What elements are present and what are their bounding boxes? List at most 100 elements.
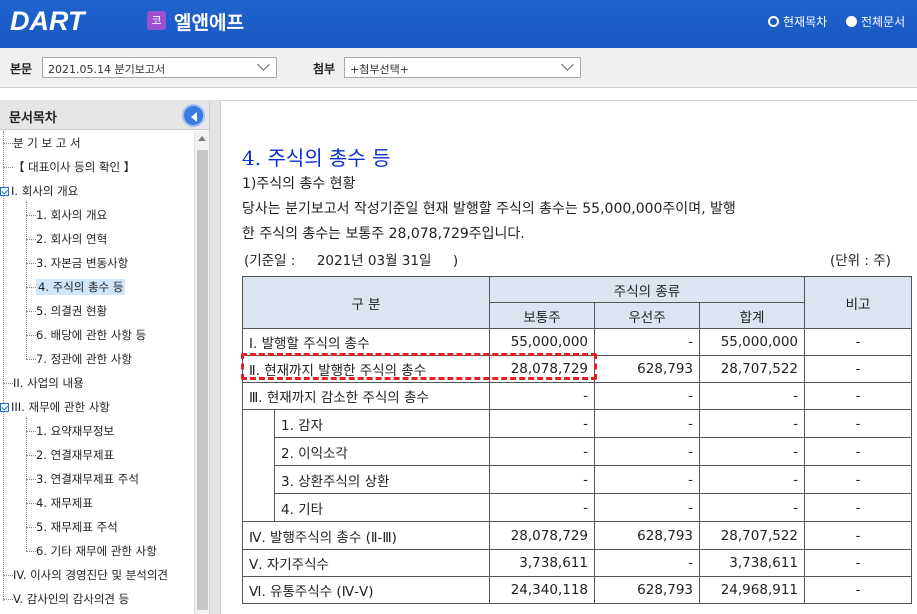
attach-select[interactable]: +첨부선택+ xyxy=(344,57,581,78)
main-doc-value: 2021.05.14 분기보고서 xyxy=(48,63,166,76)
cell-total: 55,000,000 xyxy=(699,328,805,356)
cell-total: - xyxy=(699,465,805,494)
cell-preferred: - xyxy=(594,409,700,438)
toc-item[interactable]: 2. 연결재무제표 xyxy=(26,445,114,465)
radio-selected-icon xyxy=(846,16,857,27)
cell-preferred: - xyxy=(594,382,700,410)
cell-preferred: - xyxy=(594,465,700,494)
scroll-up-arrow-icon[interactable] xyxy=(198,136,206,141)
cell-remark: - xyxy=(804,576,912,604)
radio-current-label: 현재목차 xyxy=(783,15,828,29)
cell-remark: - xyxy=(804,465,912,494)
toc-item-label: 【 대표이사 등의 확인 】 xyxy=(13,160,136,174)
toc-sidebar: 문서목차 분 기 보 고 서 【 대표이사 등의 확인 】 I. 회사의 개요 … xyxy=(0,100,210,614)
cell-total: - xyxy=(699,493,805,522)
toc-item-selected[interactable]: 4. 주식의 총수 등 xyxy=(26,277,126,297)
row-label: 1. 감자 xyxy=(274,409,490,438)
toc-section-4[interactable]: IV. 이사의 경영진단 및 분석의견 xyxy=(3,565,168,585)
header-total: 합계 xyxy=(699,302,805,329)
subsection-title: 1)주식의 총수 현황 xyxy=(242,176,356,192)
cell-common: - xyxy=(489,493,595,522)
cell-remark: - xyxy=(804,549,912,577)
table-row: 1. 감자 - - - - xyxy=(242,409,912,522)
toc-section-1[interactable]: I. 회사의 개요 xyxy=(0,181,78,201)
toc-item[interactable]: 1. 회사의 개요 xyxy=(26,205,107,225)
pane-splitter[interactable] xyxy=(210,100,220,614)
scroll-thumb[interactable] xyxy=(197,150,208,610)
toc-section-2[interactable]: II. 사업의 내용 xyxy=(3,373,84,393)
toc-item[interactable]: 【 대표이사 등의 확인 】 xyxy=(3,157,135,177)
logo-text: DART xyxy=(10,6,85,36)
toc-item[interactable]: 4. 재무제표 xyxy=(26,493,93,513)
cell-common: 3,738,611 xyxy=(489,549,595,577)
radio-icon xyxy=(768,16,779,27)
toc-item-label: II. 사업의 내용 xyxy=(13,376,84,390)
toc-item[interactable]: 5. 의결권 현황 xyxy=(26,301,107,321)
row-label: 2. 이익소각 xyxy=(274,437,490,466)
toc-item-label: 5. 의결권 현황 xyxy=(36,304,108,318)
toc-item[interactable]: 5. 재무제표 주석 xyxy=(26,517,118,537)
dart-logo[interactable]: DART xyxy=(10,6,85,37)
radio-full-document[interactable]: 전체문서 xyxy=(846,13,905,30)
header-preferred: 우선주 xyxy=(594,302,700,329)
toc-section-5[interactable]: V. 감사인의 감사의견 등 xyxy=(3,589,129,609)
cell-common: 28,078,729 xyxy=(489,521,595,550)
toc-header: 문서목차 xyxy=(0,100,209,130)
toc-item[interactable]: 6. 배당에 관한 사항 등 xyxy=(26,325,146,345)
expanded-check-icon xyxy=(0,403,9,412)
toolbar: 본문 2021.05.14 분기보고서 첨부 +첨부선택+ xyxy=(0,48,917,88)
toc-item-label: 3. 자본금 변동사항 xyxy=(36,256,129,270)
toc-section-3[interactable]: III. 재무에 관한 사항 xyxy=(0,397,110,417)
toc-item-label: 2. 회사의 연혁 xyxy=(36,232,108,246)
toc-item-label: 3. 연결재무제표 주석 xyxy=(36,472,139,486)
row-label: 4. 기타 xyxy=(274,493,490,522)
attach-value: +첨부선택+ xyxy=(350,63,409,76)
cell-total: 28,707,522 xyxy=(699,355,805,383)
toc-item-label: IV. 이사의 경영진단 및 분석의견 xyxy=(13,568,169,582)
row-label: Ⅳ. 발행주식의 총수 (Ⅱ-Ⅲ) xyxy=(242,521,490,550)
highlight-annotation-box xyxy=(241,353,597,380)
cell-preferred: - xyxy=(594,328,700,356)
toc-item[interactable]: 7. 정관에 관한 사항 xyxy=(26,349,132,369)
toc-item-label: 4. 주식의 총수 등 xyxy=(36,279,126,295)
table-row: Ⅳ. 발행주식의 총수 (Ⅱ-Ⅲ) 28,078,729 628,793 28,… xyxy=(242,521,912,550)
indent-cell xyxy=(242,409,275,522)
toc-item[interactable]: 1. 요약재무정보 xyxy=(26,421,114,441)
header-common: 보통주 xyxy=(489,302,595,329)
cell-total: - xyxy=(699,409,805,438)
cell-total: 3,738,611 xyxy=(699,549,805,577)
toc-item[interactable]: 2. 회사의 연혁 xyxy=(26,229,107,249)
table-row: Ⅲ. 현재까지 감소한 주식의 총수 - - - - xyxy=(242,382,912,410)
cell-remark: - xyxy=(804,493,912,522)
cell-preferred: - xyxy=(594,549,700,577)
table-row: Ⅴ. 자기주식수 3,738,611 - 3,738,611 - xyxy=(242,549,912,577)
cell-total: - xyxy=(699,382,805,410)
table-row: 4. 기타 - - - - xyxy=(243,493,912,522)
main-doc-label: 본문 xyxy=(10,62,33,76)
cell-preferred: 628,793 xyxy=(594,576,700,604)
collapse-sidebar-button[interactable] xyxy=(182,104,205,127)
cell-common: - xyxy=(489,382,595,410)
cell-common: - xyxy=(489,465,595,494)
toc-item[interactable]: 6. 기타 재무에 관한 사항 xyxy=(26,541,157,561)
toc-item-label: 1. 회사의 개요 xyxy=(36,208,108,222)
cell-common: 55,000,000 xyxy=(489,328,595,356)
main-doc-select[interactable]: 2021.05.14 분기보고서 xyxy=(42,57,277,78)
cell-preferred: - xyxy=(594,437,700,466)
toc-item-label: I. 회사의 개요 xyxy=(11,184,79,198)
row-label: Ⅲ. 현재까지 감소한 주식의 총수 xyxy=(242,382,490,410)
toc-item[interactable]: 분 기 보 고 서 xyxy=(3,133,81,153)
tree-line xyxy=(3,131,4,601)
unit-label: (단위 : 주) xyxy=(830,253,891,269)
chevron-down-icon xyxy=(257,58,270,71)
toc-item[interactable]: 3. 자본금 변동사항 xyxy=(26,253,128,273)
radio-current-toc[interactable]: 현재목차 xyxy=(768,13,827,30)
cell-common: - xyxy=(489,437,595,466)
toc-scrollbar[interactable] xyxy=(194,131,209,614)
toc-item[interactable]: 3. 연결재무제표 주석 xyxy=(26,469,139,489)
company-name: 엘앤에프 xyxy=(174,12,244,34)
header-share-kind: 주식의 종류 xyxy=(489,276,805,303)
toc-item-label: 5. 재무제표 주석 xyxy=(36,520,118,534)
row-label: 3. 상환주식의 상환 xyxy=(274,465,490,494)
cell-preferred: - xyxy=(594,493,700,522)
